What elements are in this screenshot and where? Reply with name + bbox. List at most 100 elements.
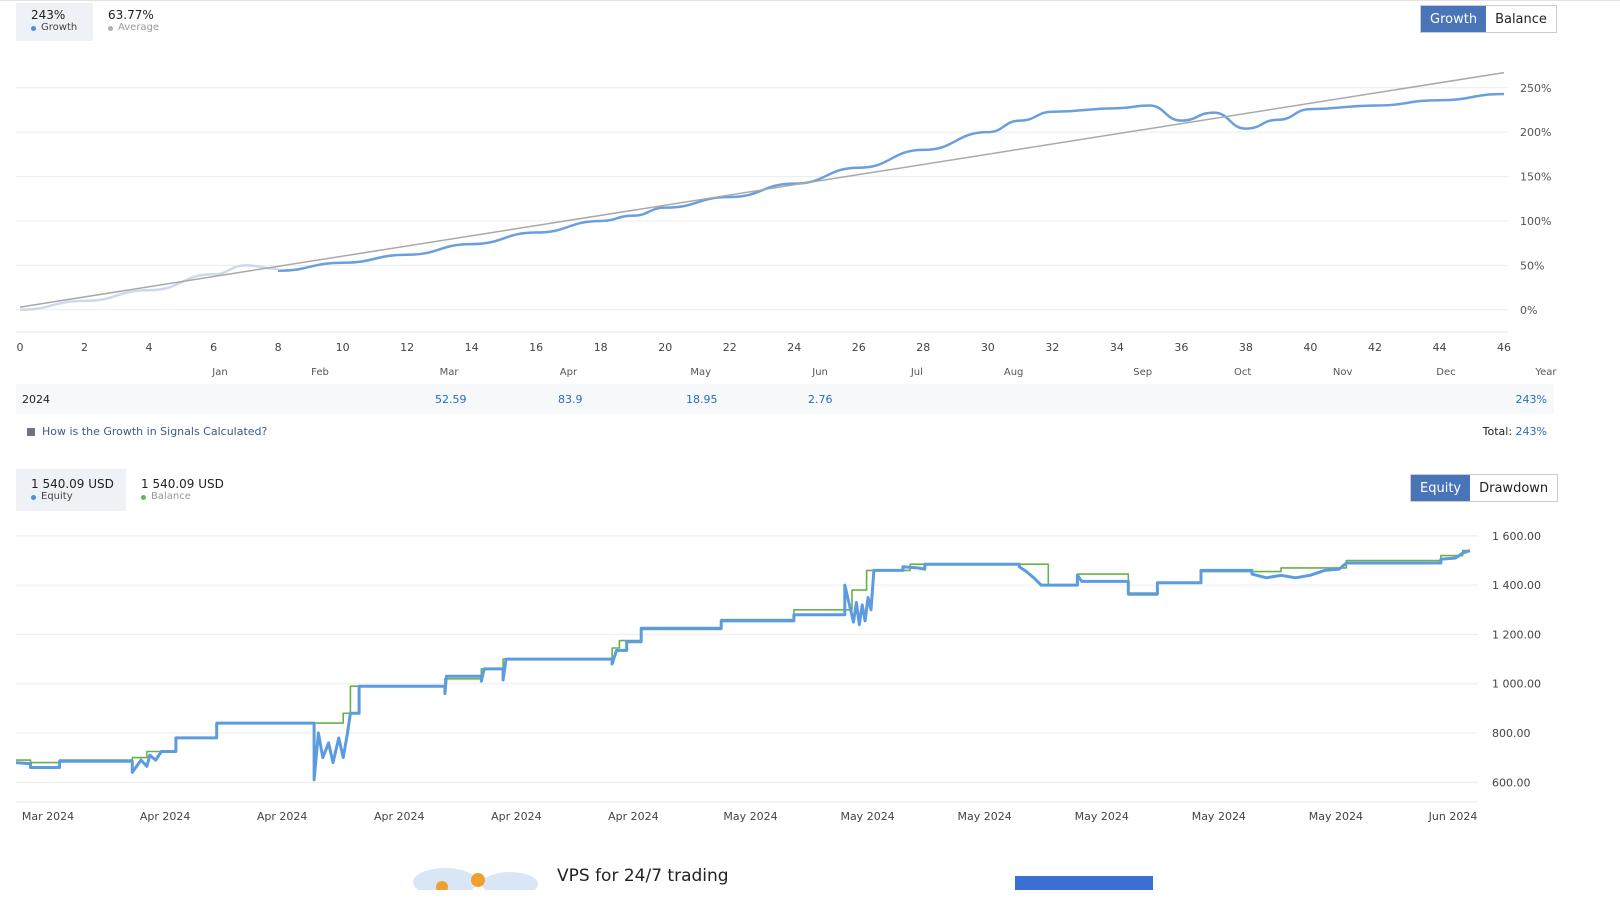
growth-x-tick-label: 16 bbox=[529, 341, 543, 354]
growth-x-tick-label: 30 bbox=[981, 341, 995, 354]
equity-series-balance bbox=[16, 549, 1470, 764]
equity-x-tick-label: Mar 2024 bbox=[22, 810, 74, 823]
equity-x-tick-label: May 2024 bbox=[1192, 810, 1246, 823]
equity-x-tick-label: Apr 2024 bbox=[608, 810, 659, 823]
equity-x-tick-label: Apr 2024 bbox=[257, 810, 308, 823]
equity-x-tick-label: May 2024 bbox=[840, 810, 894, 823]
growth-x-tick-label: 24 bbox=[787, 341, 801, 354]
growth-x-tick-label: 28 bbox=[916, 341, 930, 354]
equity-y-tick-label: 1 200.00 bbox=[1492, 628, 1541, 641]
equity-stat[interactable]: 1 540.09 USD Equity bbox=[16, 469, 126, 511]
growth-y-tick-label: 250% bbox=[1520, 82, 1551, 95]
monthly-growth-row: 2024 52.59 83.9 18.95 2.76 243% bbox=[16, 384, 1554, 414]
growth-month-label: Jan bbox=[211, 367, 227, 378]
equity-button[interactable]: Equity bbox=[1411, 475, 1471, 501]
growth-x-tick-label: 34 bbox=[1110, 341, 1124, 354]
total-label: Total: bbox=[1482, 425, 1513, 438]
growth-x-tick-label: 0 bbox=[17, 341, 24, 354]
growth-month-label: May bbox=[690, 367, 711, 378]
equity-y-tick-label: 1 000.00 bbox=[1492, 678, 1541, 691]
growth-series-average bbox=[19, 71, 1505, 308]
balance-label: Balance bbox=[151, 491, 191, 502]
average-stat[interactable]: 63.77% Average bbox=[108, 8, 159, 34]
average-value: 63.77% bbox=[108, 8, 154, 22]
growth-x-tick-label: 12 bbox=[400, 341, 414, 354]
equity-x-tick-label: May 2024 bbox=[723, 810, 777, 823]
equity-value: 1 540.09 USD bbox=[31, 477, 114, 491]
growth-x-tick-label: 10 bbox=[336, 341, 350, 354]
growth-month-label: Year bbox=[1534, 367, 1557, 378]
growth-button[interactable]: Growth bbox=[1421, 6, 1487, 32]
growth-y-tick-label: 0% bbox=[1520, 304, 1537, 317]
equity-y-tick-label: 600.00 bbox=[1492, 776, 1531, 789]
month-value-apr: 83.9 bbox=[558, 393, 583, 406]
year-label: 2024 bbox=[22, 393, 50, 406]
growth-month-label: Feb bbox=[311, 367, 329, 378]
growth-help-link[interactable]: How is the Growth in Signals Calculated? bbox=[27, 425, 267, 438]
top-divider bbox=[0, 0, 1620, 1]
balance-value: 1 540.09 USD bbox=[141, 477, 224, 491]
calculator-icon bbox=[27, 427, 35, 436]
equity-mode-toggle: Equity Drawdown bbox=[1410, 474, 1559, 502]
growth-chart: 0%50%100%150%200%250%0 2 4 6 8 10 12 14 16 18 20 22… bbox=[16, 71, 1557, 378]
growth-x-tick-label: 26 bbox=[852, 341, 866, 354]
growth-month-label: Jun bbox=[811, 367, 828, 378]
growth-x-tick-label: 4 bbox=[146, 341, 153, 354]
equity-y-tick-label: 1 400.00 bbox=[1492, 579, 1541, 592]
growth-month-label: Oct bbox=[1234, 367, 1251, 378]
average-legend-dot bbox=[108, 25, 113, 31]
growth-month-label: Apr bbox=[560, 367, 578, 378]
growth-x-tick-label: 20 bbox=[658, 341, 672, 354]
growth-x-tick-label: 36 bbox=[1174, 341, 1188, 354]
equity-chart: 600.00 800.00 1 000.00 1 200.00 1 400.00 1 60… bbox=[15, 530, 1541, 823]
equity-x-tick-label: Apr 2024 bbox=[374, 810, 425, 823]
balance-stat[interactable]: 1 540.09 USD Balance bbox=[141, 477, 224, 503]
equity-x-tick-label: Apr 2024 bbox=[140, 810, 191, 823]
month-value-may: 18.95 bbox=[686, 393, 718, 406]
growth-legend-dot bbox=[31, 25, 36, 31]
growth-series-growth bbox=[278, 92, 1505, 272]
vps-illustration bbox=[413, 868, 538, 890]
average-label: Average bbox=[118, 22, 160, 33]
growth-stat[interactable]: 243% Growth bbox=[16, 3, 93, 41]
growth-help-text: How is the Growth in Signals Calculated? bbox=[42, 425, 268, 438]
year-total-value: 243% bbox=[1515, 393, 1547, 406]
equity-legend-dot bbox=[31, 494, 36, 500]
growth-x-tick-label: 22 bbox=[723, 341, 737, 354]
growth-month-label: Jul bbox=[910, 367, 923, 378]
month-value-mar: 52.59 bbox=[435, 393, 467, 406]
growth-month-label: Mar bbox=[440, 367, 460, 378]
equity-x-tick-label: Jun 2024 bbox=[1428, 810, 1478, 823]
promo-title: VPS for 24/7 trading bbox=[557, 866, 729, 886]
total-value: 243% bbox=[1515, 425, 1547, 438]
equity-x-tick-label: Apr 2024 bbox=[491, 810, 542, 823]
growth-y-tick-label: 50% bbox=[1520, 259, 1544, 272]
equity-x-tick-label: May 2024 bbox=[958, 810, 1012, 823]
equity-x-tick-label: May 2024 bbox=[1075, 810, 1129, 823]
growth-x-tick-label: 32 bbox=[1045, 341, 1059, 354]
growth-y-tick-label: 150% bbox=[1520, 171, 1551, 184]
growth-x-tick-label: 44 bbox=[1432, 341, 1446, 354]
growth-month-label: Sep bbox=[1133, 367, 1152, 378]
growth-mode-toggle: Growth Balance bbox=[1420, 5, 1557, 33]
growth-y-tick-label: 200% bbox=[1520, 126, 1551, 139]
growth-x-tick-label: 46 bbox=[1497, 341, 1511, 354]
promo-button[interactable] bbox=[1015, 876, 1153, 890]
equity-y-tick-label: 800.00 bbox=[1492, 727, 1531, 740]
drawdown-button[interactable]: Drawdown bbox=[1470, 475, 1558, 501]
growth-x-tick-label: 42 bbox=[1368, 341, 1382, 354]
month-value-jun: 2.76 bbox=[808, 393, 833, 406]
equity-label: Equity bbox=[41, 491, 73, 502]
growth-x-tick-label: 40 bbox=[1303, 341, 1317, 354]
growth-x-tick-label: 14 bbox=[465, 341, 479, 354]
equity-y-tick-label: 1 600.00 bbox=[1492, 530, 1541, 543]
growth-x-tick-label: 2 bbox=[81, 341, 88, 354]
growth-y-tick-label: 100% bbox=[1520, 215, 1551, 228]
growth-x-tick-label: 38 bbox=[1239, 341, 1253, 354]
growth-month-label: Dec bbox=[1436, 367, 1455, 378]
total-growth: Total: 243% bbox=[1483, 425, 1547, 438]
balance-button[interactable]: Balance bbox=[1486, 6, 1556, 32]
balance-legend-dot bbox=[141, 494, 146, 500]
growth-month-label: Nov bbox=[1333, 367, 1353, 378]
growth-x-tick-label: 8 bbox=[275, 341, 282, 354]
